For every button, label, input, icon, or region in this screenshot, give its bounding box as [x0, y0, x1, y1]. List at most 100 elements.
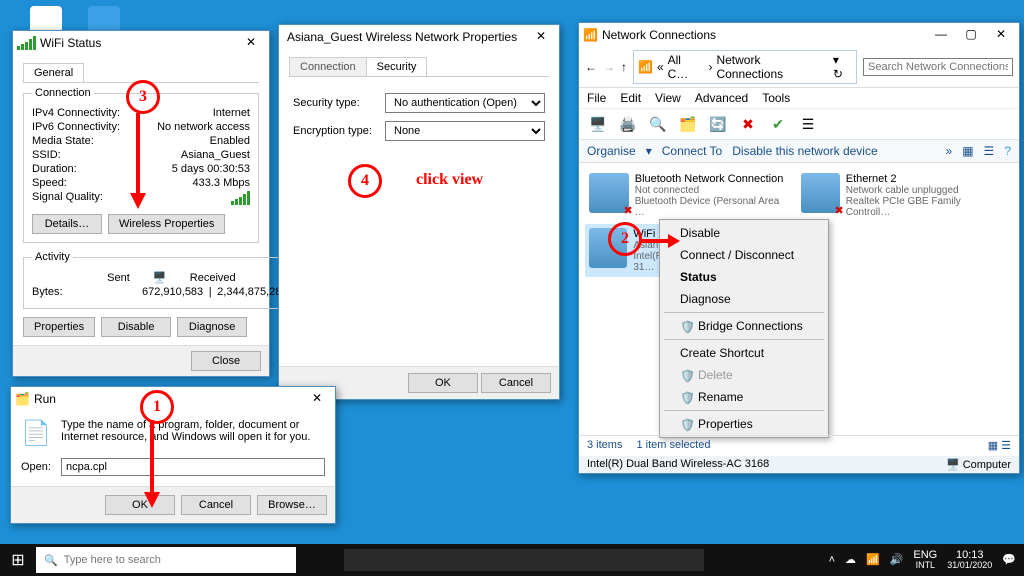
net-item-sub1: Network cable unplugged [846, 185, 1003, 196]
explorer-title: Network Connections [598, 28, 927, 42]
close-icon[interactable]: ✕ [303, 390, 331, 408]
ipv6-value: No network access [142, 121, 250, 133]
duration-label: Duration: [32, 163, 142, 175]
received-label: Received [190, 272, 288, 284]
open-input[interactable] [61, 458, 325, 476]
tray-kbd[interactable]: INTL [913, 561, 937, 571]
details-button[interactable]: Details… [32, 214, 102, 234]
cmd-disable[interactable]: Disable this network device [732, 144, 877, 158]
ctx-status[interactable]: Status [660, 266, 828, 288]
network-connections-window: 📶 Network Connections — ▢ ✕ ← → ↑ 📶 « Al… [578, 22, 1020, 474]
net-item-bluetooth[interactable]: ✖ Bluetooth Network Connection Not conne… [585, 169, 795, 222]
bytes-sent: 672,910,583 [142, 286, 203, 298]
view-list-icon[interactable]: ☰ [984, 144, 995, 158]
context-menu: Disable Connect / Disconnect Status Diag… [659, 219, 829, 438]
disable-button[interactable]: Disable [101, 317, 171, 337]
security-type-label: Security type: [293, 97, 385, 109]
ctx-properties[interactable]: 🛡️Properties [660, 413, 828, 435]
nav-up-icon[interactable]: ↑ [621, 60, 627, 74]
annotation-1: 1 [140, 390, 174, 424]
close-icon[interactable]: ✕ [237, 34, 265, 52]
close-button[interactable]: Close [191, 351, 261, 371]
tab-security[interactable]: Security [366, 57, 428, 76]
cancel-button[interactable]: Cancel [481, 373, 551, 393]
net-item-title: Ethernet 2 [846, 173, 1003, 185]
cmd-connect[interactable]: Connect To [662, 144, 723, 158]
menu-view[interactable]: View [655, 91, 681, 105]
diagnose-button[interactable]: Diagnose [177, 317, 247, 337]
nav-fwd-icon[interactable]: → [603, 60, 615, 74]
tray-network-icon[interactable]: 📶 [866, 553, 880, 566]
net-item-ethernet[interactable]: ✖ Ethernet 2 Network cable unplugged Rea… [797, 169, 1007, 222]
ribbon-check-icon[interactable]: ✔ [767, 113, 789, 135]
wifi-status-titlebar[interactable]: WiFi Status ✕ [13, 31, 269, 55]
taskbar-search[interactable]: 🔍 Type here to search [36, 547, 296, 573]
close-icon[interactable]: ✕ [527, 28, 555, 46]
search-input[interactable] [863, 58, 1013, 76]
ribbon-printer-icon[interactable]: 🖨️ [617, 113, 639, 135]
shield-icon: 🛡️ [680, 369, 692, 381]
properties-button[interactable]: Properties [23, 317, 95, 337]
annotation-4: 4 [348, 164, 382, 198]
menu-edit[interactable]: Edit [620, 91, 641, 105]
wifi-status-title: WiFi Status [36, 36, 237, 50]
view-icons-icon[interactable]: ▦ [962, 144, 973, 158]
activity-group: Activity Sent 🖥️ Received Bytes: 672,910… [23, 251, 297, 309]
run-description: Type the name of a program, folder, docu… [61, 419, 325, 448]
sent-label: Sent [32, 272, 130, 284]
tab-general[interactable]: General [23, 63, 84, 82]
ribbon-folders-icon[interactable]: 🗂️ [677, 113, 699, 135]
bytes-recv: 2,344,875,287 [217, 286, 287, 298]
nav-back-icon[interactable]: ← [585, 60, 597, 74]
breadcrumb[interactable]: 📶 « All C… › Network Connections ▾ ↻ [633, 50, 857, 84]
ctx-delete: 🛡️Delete [660, 364, 828, 386]
start-button[interactable]: ⊞ [0, 544, 36, 576]
tray-cloud-icon[interactable]: ☁ [845, 553, 856, 566]
close-icon[interactable]: ✕ [987, 26, 1015, 44]
ok-button[interactable]: OK [408, 373, 478, 393]
ctx-shortcut[interactable]: Create Shortcut [660, 342, 828, 364]
minimize-icon[interactable]: — [927, 26, 955, 44]
taskbar-running[interactable] [344, 549, 704, 571]
tray-volume-icon[interactable]: 🔊 [890, 553, 904, 566]
ribbon-view-icon[interactable]: ☰ [797, 113, 819, 135]
signal-icon [17, 36, 36, 50]
breadcrumb-2[interactable]: Network Connections [716, 53, 828, 81]
media-label: Media State: [32, 135, 142, 147]
ribbon-connect-icon[interactable]: 🖥️ [587, 113, 609, 135]
cmd-organise[interactable]: Organise [587, 144, 636, 158]
ok-button[interactable]: OK [105, 495, 175, 515]
ctx-connect[interactable]: Connect / Disconnect [660, 244, 828, 266]
tray-date[interactable]: 31/01/2020 [947, 561, 992, 571]
ribbon-delete-icon[interactable]: ✖ [737, 113, 759, 135]
menu-file[interactable]: File [587, 91, 606, 105]
ctx-disable[interactable]: Disable [660, 222, 828, 244]
security-type-select[interactable]: No authentication (Open) [385, 93, 545, 113]
ribbon-sync-icon[interactable]: 🔄 [707, 113, 729, 135]
run-icon: 🗂️ [15, 392, 30, 406]
menu-advanced[interactable]: Advanced [695, 91, 748, 105]
ctx-bridge[interactable]: 🛡️Bridge Connections [660, 315, 828, 337]
wireless-properties-button[interactable]: Wireless Properties [108, 214, 225, 234]
status-items: 3 items [587, 439, 622, 452]
breadcrumb-1[interactable]: All C… [668, 53, 705, 81]
signal-bars-icon [231, 191, 250, 205]
ribbon-search-icon[interactable]: 🔍 [647, 113, 669, 135]
menu-tools[interactable]: Tools [762, 91, 790, 105]
ctx-rename[interactable]: 🛡️Rename [660, 386, 828, 408]
tray-notifications-icon[interactable]: 💬 [1002, 553, 1016, 566]
media-value: Enabled [142, 135, 250, 147]
cancel-button[interactable]: Cancel [181, 495, 251, 515]
help-icon[interactable]: ? [1004, 144, 1011, 158]
connection-legend: Connection [32, 87, 94, 99]
annotation-3: 3 [126, 80, 160, 114]
activity-legend: Activity [32, 251, 73, 263]
browse-button[interactable]: Browse… [257, 495, 327, 515]
ctx-diagnose[interactable]: Diagnose [660, 288, 828, 310]
shield-icon: 🛡️ [680, 391, 692, 403]
tab-connection[interactable]: Connection [289, 57, 367, 76]
maximize-icon[interactable]: ▢ [957, 26, 985, 44]
encryption-type-select[interactable]: None [385, 121, 545, 141]
shield-icon: 🛡️ [680, 320, 692, 332]
tray-chevron-icon[interactable]: ˄ [829, 554, 835, 566]
